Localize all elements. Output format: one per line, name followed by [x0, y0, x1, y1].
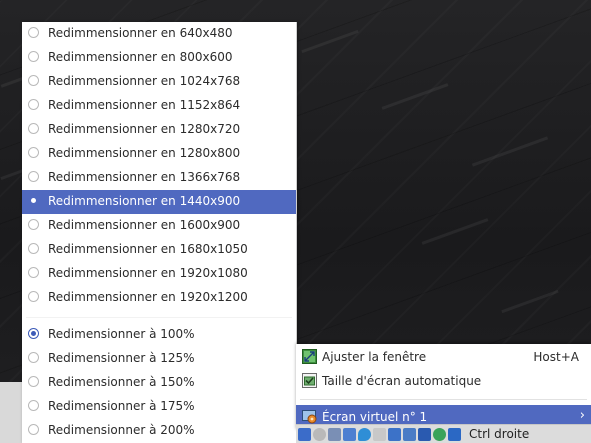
audio-icon[interactable] — [328, 427, 341, 441]
radio-icon — [28, 51, 39, 62]
radio-dot-icon — [28, 195, 39, 206]
host-key-label: Ctrl droite — [469, 427, 530, 441]
resize-1680x1050-item[interactable]: Redimmensionner en 1680x1050 — [22, 238, 296, 262]
menu-item-label: Redimensionner à 175% — [48, 399, 195, 413]
mouse-integration-icon[interactable] — [433, 427, 446, 441]
menu-item-label: Redimensionner à 125% — [48, 351, 195, 365]
scale-125-item[interactable]: Redimensionner à 125% — [22, 347, 296, 371]
adjust-window-item[interactable]: Ajuster la fenêtre Host+A — [296, 345, 591, 369]
menu-item-label: Redimmensionner en 1280x720 — [48, 122, 241, 136]
vm-status-bar: Ctrl droite — [296, 424, 591, 443]
shortcut-label: Host+A — [533, 350, 579, 364]
resize-1600x900-item[interactable]: Redimmensionner en 1600x900 — [22, 214, 296, 238]
radio-icon — [28, 171, 39, 182]
recording-icon[interactable] — [403, 427, 416, 441]
radio-icon — [28, 424, 39, 435]
menu-item-label: Redimensionner à 150% — [48, 375, 195, 389]
shared-folder-icon[interactable] — [373, 427, 386, 441]
radio-checked-icon — [28, 328, 39, 339]
menu-item-label: Redimmensionner en 1920x1080 — [48, 266, 248, 280]
network-icon[interactable] — [343, 427, 356, 441]
radio-icon — [28, 75, 39, 86]
radio-icon — [28, 123, 39, 134]
radio-icon — [28, 243, 39, 254]
menu-item-label: Écran virtuel n° 1 — [322, 410, 428, 424]
menu-item-label: Redimmensionner en 800x600 — [48, 50, 233, 64]
resize-800x600-item[interactable]: Redimmensionner en 800x600 — [22, 46, 296, 70]
scale-100-item[interactable]: Redimensionner à 100% — [22, 323, 296, 347]
cpu-icon[interactable] — [418, 427, 431, 441]
desktop-streak — [501, 289, 559, 314]
radio-icon — [28, 352, 39, 363]
resize-1920x1080-item[interactable]: Redimmensionner en 1920x1080 — [22, 262, 296, 286]
view-menu: Ajuster la fenêtre Host+A Taille d'écran… — [296, 344, 591, 430]
menu-item-label: Redimensionner à 200% — [48, 423, 195, 437]
resize-1366x768-item[interactable]: Redimmensionner en 1366x768 — [22, 166, 296, 190]
radio-icon — [28, 267, 39, 278]
menu-item-label: Redimmensionner en 640x480 — [48, 26, 233, 40]
desktop-streak — [471, 136, 549, 167]
menu-separator — [26, 317, 292, 318]
menu-item-label: Ajuster la fenêtre — [322, 350, 427, 364]
menu-item-label: Redimmensionner en 1024x768 — [48, 74, 241, 88]
radio-icon — [28, 27, 39, 38]
resize-1280x800-item[interactable]: Redimmensionner en 1280x800 — [22, 142, 296, 166]
resize-submenu: Redimmensionner en 640x480 Redimmensionn… — [22, 22, 297, 443]
radio-icon — [28, 147, 39, 158]
auto-resize-item[interactable]: Taille d'écran automatique — [296, 369, 591, 393]
keyboard-icon[interactable] — [448, 427, 461, 441]
virtual-screen-icon — [302, 409, 317, 424]
resize-1920x1200-item[interactable]: Redimmensionner en 1920x1200 — [22, 286, 296, 310]
usb-icon[interactable] — [358, 427, 371, 441]
menu-item-label: Redimensionner à 100% — [48, 327, 195, 341]
resize-1440x900-item[interactable]: Redimmensionner en 1440x900 — [22, 190, 296, 214]
menu-separator — [300, 399, 587, 400]
menu-item-label: Redimmensionner en 1280x800 — [48, 146, 241, 160]
resize-640x480-item[interactable]: Redimmensionner en 640x480 — [22, 22, 296, 46]
resize-1152x864-item[interactable]: Redimmensionner en 1152x864 — [22, 94, 296, 118]
display-icon[interactable] — [388, 427, 401, 441]
scale-175-item[interactable]: Redimensionner à 175% — [22, 395, 296, 419]
resize-1280x720-item[interactable]: Redimmensionner en 1280x720 — [22, 118, 296, 142]
scale-150-item[interactable]: Redimensionner à 150% — [22, 371, 296, 395]
radio-icon — [28, 376, 39, 387]
resize-1024x768-item[interactable]: Redimmensionner en 1024x768 — [22, 70, 296, 94]
auto-resize-checkbox-icon — [302, 373, 317, 388]
desktop-streak — [381, 83, 449, 110]
scale-200-item[interactable]: Redimensionner à 200% — [22, 419, 296, 443]
disk-icon[interactable] — [298, 427, 311, 441]
menu-item-label: Redimmensionner en 1920x1200 — [48, 290, 248, 304]
submenu-arrow-icon: › — [579, 408, 585, 423]
resize-window-icon — [302, 349, 317, 364]
radio-icon — [28, 400, 39, 411]
radio-icon — [28, 291, 39, 302]
menu-item-label: Taille d'écran automatique — [322, 374, 482, 388]
menu-item-label: Redimmensionner en 1440x900 — [48, 194, 241, 208]
desktop-streak — [421, 218, 489, 245]
desktop-streak — [301, 29, 359, 54]
menu-item-label: Redimmensionner en 1152x864 — [48, 98, 241, 112]
menu-item-label: Redimmensionner en 1680x1050 — [48, 242, 248, 256]
menu-item-label: Redimmensionner en 1366x768 — [48, 170, 241, 184]
radio-icon — [28, 99, 39, 110]
menu-item-label: Redimmensionner en 1600x900 — [48, 218, 241, 232]
radio-icon — [28, 219, 39, 230]
optical-icon[interactable] — [313, 427, 326, 441]
